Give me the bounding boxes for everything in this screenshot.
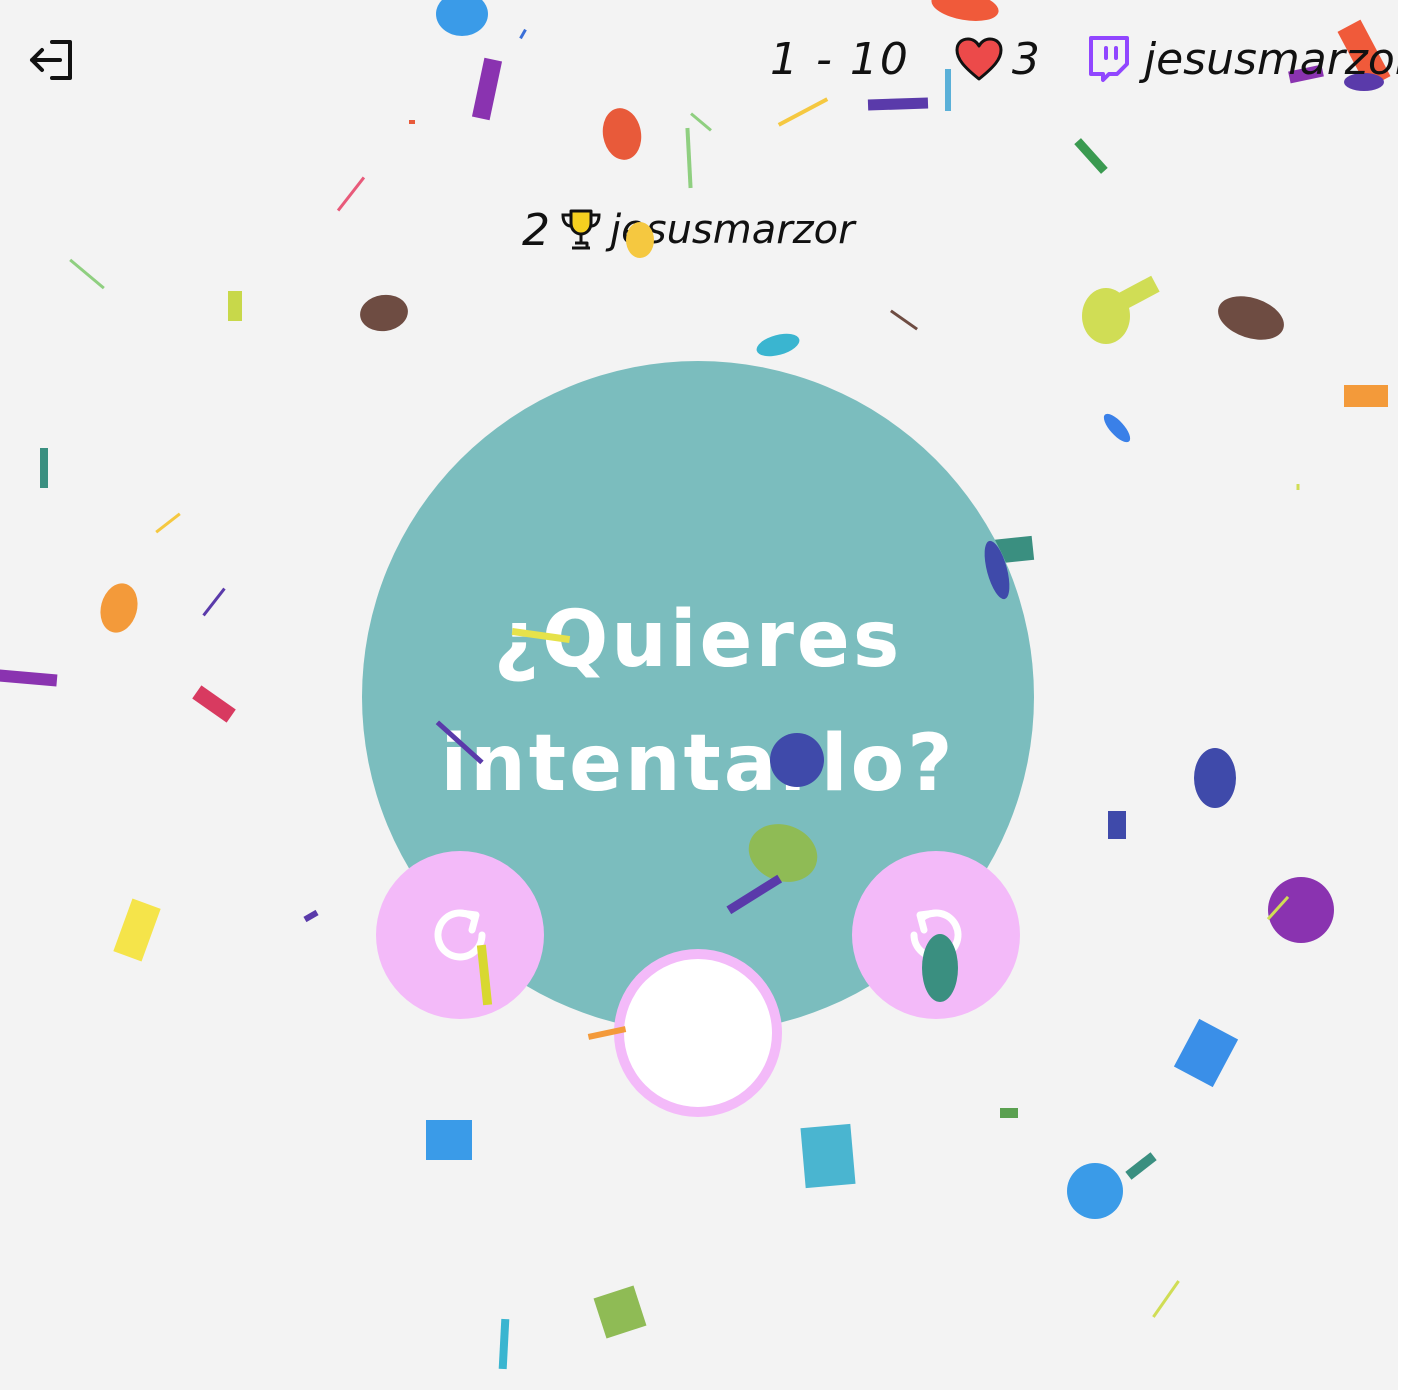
exit-button[interactable]: [26, 34, 78, 86]
confetti-piece: [1152, 1280, 1180, 1318]
confetti-piece: [155, 512, 181, 534]
confetti-piece: [360, 294, 408, 332]
exit-arrow-icon: [30, 40, 72, 80]
rotate-counterclockwise-icon: [910, 909, 962, 961]
rotate-clockwise-button[interactable]: [376, 851, 544, 1019]
confetti-piece: [1067, 1163, 1123, 1219]
confetti-piece: [519, 28, 527, 40]
confetti-piece: [192, 685, 236, 723]
level-range: 1 - 10: [770, 33, 910, 85]
confetti-piece: [471, 57, 503, 121]
confetti-piece: [1266, 895, 1290, 921]
confetti-piece: [800, 1123, 856, 1189]
confetti-piece: [593, 1285, 647, 1339]
confetti-piece: [1112, 275, 1160, 313]
confetti-piece: [931, 0, 999, 21]
confetti-piece: [498, 1318, 510, 1370]
retry-prompt-line2: intentarlo?: [440, 719, 956, 809]
confetti-piece: [0, 669, 58, 687]
lives-count: 3: [1011, 33, 1040, 85]
confetti-piece: [1268, 877, 1334, 943]
trophy-icon: [561, 209, 601, 250]
confetti-piece: [1082, 288, 1130, 344]
confetti-piece: [1108, 811, 1126, 839]
winner-row: 2 jesusmarzor: [522, 200, 855, 260]
lives-indicator: 3: [954, 34, 1040, 85]
confetti-piece: [867, 97, 929, 111]
twitch-user: jesusmarzor: [1084, 34, 1398, 85]
confetti-piece: [685, 127, 693, 189]
confetti-piece: [1173, 1018, 1239, 1088]
confetti-piece: [1000, 1108, 1018, 1118]
retry-prompt: ¿Quieres intentarlo?: [360, 578, 1036, 826]
retry-prompt-line1: ¿Quieres: [493, 595, 903, 685]
twitch-icon: [1088, 36, 1129, 82]
rotate-counterclockwise-button[interactable]: [852, 851, 1020, 1019]
confetti-piece: [303, 909, 319, 923]
rotate-clockwise-icon: [434, 909, 486, 961]
confetti-piece: [426, 1120, 472, 1160]
confetti-piece: [69, 258, 105, 290]
confetti-piece: [1103, 413, 1131, 443]
confetti-piece: [40, 448, 48, 488]
confetti-piece: [336, 176, 366, 212]
confetti-piece: [890, 309, 918, 331]
confetti-piece: [1125, 1152, 1157, 1180]
confetti-piece: [1218, 296, 1284, 340]
twitch-username: jesusmarzor: [1143, 33, 1398, 85]
confetti-piece: [690, 112, 712, 132]
center-ring-button[interactable]: [614, 949, 782, 1117]
status-bar: 1 - 10 3 jesusmarzor: [770, 24, 1398, 94]
confetti-piece: [1194, 748, 1236, 808]
confetti-piece: [100, 583, 138, 633]
confetti-piece: [1296, 484, 1300, 490]
confetti-piece: [777, 97, 829, 127]
game-stage: 1 - 10 3 jesusmarzor 2 jesusmarzor ¿Quie…: [0, 0, 1398, 1390]
confetti-piece: [409, 120, 415, 124]
confetti-piece: [202, 587, 226, 617]
confetti-piece: [113, 898, 161, 962]
confetti-piece: [756, 333, 800, 357]
confetti-piece: [1344, 385, 1388, 407]
confetti-piece: [228, 291, 242, 321]
winner-name: jesusmarzor: [610, 207, 855, 253]
confetti-piece: [1074, 138, 1108, 174]
confetti-piece: [436, 0, 488, 36]
winner-rank: 2: [522, 204, 550, 256]
confetti-piece: [602, 108, 642, 160]
heart-icon: [955, 37, 1003, 81]
